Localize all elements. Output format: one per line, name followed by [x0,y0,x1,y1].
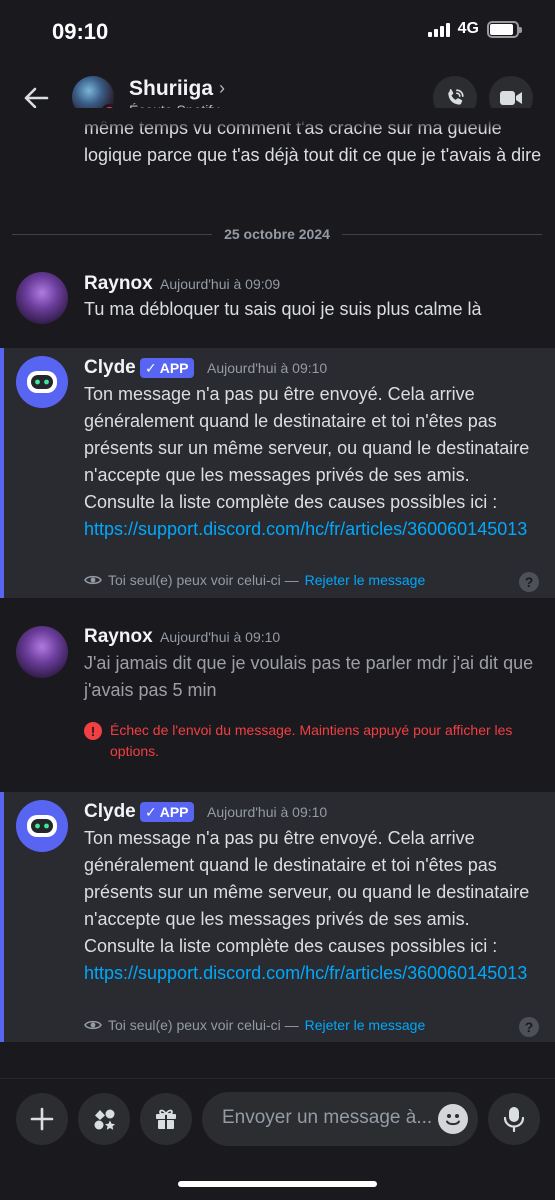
scroll-fade [0,108,555,130]
message-text: Ton message n'a pas pu être envoyé. Cela… [84,384,530,512]
dismiss-message-link[interactable]: Rejeter le message [305,572,426,588]
status-indicators: 4G [427,20,522,38]
phone-call-icon [448,89,464,105]
video-camera-icon [500,91,522,105]
status-bar: 09:10 4G [0,0,555,62]
send-failure-notice[interactable]: ! Échec de l'envoi du message. Maintiens… [84,720,544,764]
message-item[interactable]: Raynox Aujourd'hui à 09:09 Tu ma débloqu… [0,262,555,342]
message-item-clyde[interactable]: Clyde ✓ APP Aujourd'hui à 09:10 Ton mess… [0,792,555,1042]
divider-line [12,233,213,235]
message-input[interactable]: Envoyer un message à... [202,1092,478,1146]
message-input-placeholder: Envoyer un message à... [222,1107,433,1128]
home-indicator[interactable] [178,1181,377,1187]
chevron-right-icon[interactable]: › [219,78,225,99]
apps-button[interactable] [78,1093,130,1145]
ephemeral-notice: Toi seul(e) peux voir celui-ci — Rejeter… [84,1017,425,1033]
clyde-bot-icon [27,815,57,837]
header-user-name[interactable]: Shuriiga [129,77,213,101]
battery-level [490,23,514,35]
clyde-bot-icon [27,371,57,393]
message-author[interactable]: Raynox [84,273,153,295]
ephemeral-text: Toi seul(e) peux voir celui-ci — [108,572,299,588]
date-divider: 25 octobre 2024 [12,222,542,246]
dismiss-message-link[interactable]: Rejeter le message [305,1017,426,1033]
check-icon: ✓ [145,803,157,820]
app-badge: ✓ APP [140,358,194,378]
plus-icon [30,1107,54,1131]
avatar[interactable] [16,800,68,852]
app-badge-label: APP [159,360,189,376]
emoji-icon [446,1114,460,1126]
message-text: Ton message n'a pas pu être envoyé. Cela… [84,828,530,956]
divider-line [341,233,542,235]
network-type: 4G [457,20,479,37]
message-item-failed[interactable]: Raynox Aujourd'hui à 09:10 J'ai jamais d… [0,616,555,766]
ephemeral-notice: Toi seul(e) peux voir celui-ci — Rejeter… [84,572,425,588]
message-body: Ton message n'a pas pu être envoyé. Cela… [84,825,544,987]
error-icon: ! [84,722,102,740]
apps-icon [94,1109,115,1130]
status-time: 09:10 [52,19,109,44]
message-body: Ton message n'a pas pu être envoyé. Cela… [84,381,544,543]
microphone-icon [503,1107,525,1132]
attach-button[interactable] [16,1093,68,1145]
message-author[interactable]: Raynox [84,626,153,648]
signal-icon [427,21,450,37]
support-link[interactable]: https://support.discord.com/hc/fr/articl… [84,963,527,983]
avatar[interactable] [16,272,68,324]
app-badge-label: APP [159,804,189,820]
avatar[interactable] [16,356,68,408]
message-timestamp: Aujourd'hui à 09:10 [207,360,328,376]
message-item-clyde[interactable]: Clyde ✓ APP Aujourd'hui à 09:10 Ton mess… [0,348,555,598]
message-body: J'ai jamais dit que je voulais pas te pa… [84,653,534,700]
battery-icon [487,20,522,38]
divider-date: 25 octobre 2024 [224,226,330,242]
avatar[interactable] [16,626,68,678]
eye-icon [84,1020,102,1030]
message-timestamp: Aujourd'hui à 09:10 [207,804,328,820]
message-author[interactable]: Clyde [84,357,136,379]
message-body: Tu ma débloquer tu sais quoi je suis plu… [84,299,482,319]
support-link[interactable]: https://support.discord.com/hc/fr/articl… [84,519,527,539]
check-icon: ✓ [145,359,157,376]
ephemeral-text: Toi seul(e) peux voir celui-ci — [108,1017,299,1033]
gift-button[interactable] [140,1093,192,1145]
error-text: Échec de l'envoi du message. Maintiens a… [110,722,513,759]
app-badge: ✓ APP [140,802,194,822]
arrow-left-icon [24,87,49,109]
eye-icon [84,575,102,585]
emoji-button[interactable] [438,1104,468,1134]
gift-icon [156,1109,176,1129]
message-author[interactable]: Clyde [84,801,136,823]
message-timestamp: Aujourd'hui à 09:09 [160,276,281,292]
message-timestamp: Aujourd'hui à 09:10 [160,629,281,645]
voice-message-button[interactable] [488,1093,540,1145]
help-icon[interactable]: ? [519,1017,539,1037]
help-icon[interactable]: ? [519,572,539,592]
